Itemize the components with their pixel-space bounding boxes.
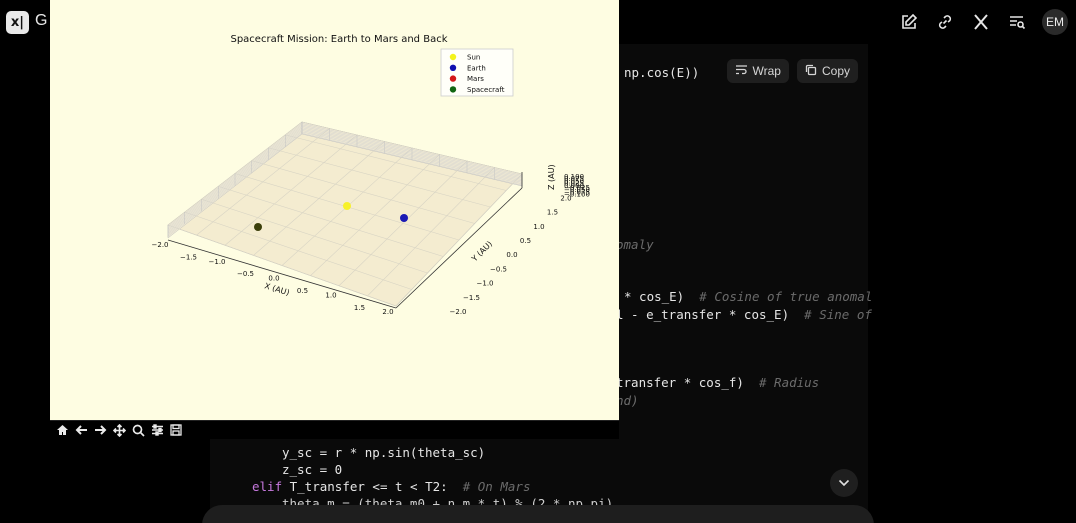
wrap-button[interactable]: Wrap [726, 59, 789, 83]
x-axis-label: X (AU) [263, 281, 290, 297]
code-line: z_sc = 0 [282, 462, 343, 477]
plot-navigation-toolbar [50, 420, 619, 439]
sun-marker [343, 202, 351, 210]
wrap-label: Wrap [752, 64, 781, 78]
spacecraft-marker [254, 223, 262, 231]
scroll-down-button[interactable] [830, 469, 858, 497]
legend-label: Spacecraft [467, 86, 505, 94]
zoom-icon[interactable] [129, 422, 147, 439]
code-line: np.cos(E)) [624, 65, 700, 80]
x-tick-label: 2.0 [382, 308, 393, 316]
z-axis-label: Z (AU) [547, 164, 556, 190]
app-title-fragment: G [35, 12, 48, 29]
link-icon[interactable] [934, 11, 956, 33]
x-tick-label: −1.5 [180, 253, 197, 261]
y-tick-label: 0.5 [520, 237, 531, 245]
legend-marker [449, 75, 457, 82]
y-tick-label: −2.0 [450, 308, 467, 316]
copy-icon [805, 64, 817, 79]
edit-icon[interactable] [898, 11, 920, 33]
code-toolbar: Wrap Copy [726, 59, 858, 83]
copy-label: Copy [821, 64, 850, 78]
y-tick-label: −1.5 [463, 294, 480, 302]
legend-label: Sun [467, 54, 480, 62]
plot-figure-window: Spacecraft Mission: Earth to Mars and Ba… [50, 0, 619, 420]
wrap-icon [735, 64, 748, 78]
chevron-down-icon [838, 479, 850, 487]
copy-button[interactable]: Copy [796, 59, 858, 83]
avatar[interactable]: EM [1042, 9, 1068, 35]
y-tick-label: 1.5 [547, 209, 558, 217]
legend-label: Mars [467, 75, 484, 83]
code-line: transfer * cos_f) # Radius [616, 375, 820, 390]
earth-marker [400, 214, 408, 222]
chat-input-bar[interactable] [202, 505, 874, 523]
x-tick-label: −0.5 [237, 270, 254, 278]
x-tick-label: 1.0 [325, 291, 336, 299]
list-search-icon[interactable] [1006, 11, 1028, 33]
y-tick-label: −0.5 [490, 265, 507, 273]
y-tick-label: 0.0 [506, 251, 517, 259]
app-logo-icon[interactable]: x| [6, 11, 29, 34]
save-figure-icon[interactable] [167, 422, 185, 439]
x-tick-label: −1.0 [209, 258, 226, 266]
y-axis-label: Y (AU) [469, 239, 494, 264]
z-tick-label: −0.100 [564, 191, 590, 199]
x-tick-label: 1.5 [354, 304, 365, 312]
plot-canvas: Spacecraft Mission: Earth to Mars and Ba… [152, 34, 590, 316]
x-tick-label: −2.0 [152, 241, 169, 249]
code-line: y_sc = r * np.sin(theta_sc) [282, 445, 486, 460]
legend-marker [449, 53, 457, 61]
code-line: * cos_E) # Cosine of true anomal [624, 289, 873, 304]
x-tick-label: 0.5 [297, 287, 308, 295]
pan-move-icon[interactable] [110, 422, 128, 439]
top-actions: EM [898, 9, 1068, 35]
configure-subplots-icon[interactable] [148, 422, 166, 439]
y-tick-label: 1.0 [533, 223, 544, 231]
forward-arrow-icon[interactable] [91, 422, 109, 439]
code-line: elif T_transfer <= t < T2: # On Mars [252, 479, 531, 494]
legend-label: Earth [467, 64, 486, 72]
legend-marker [449, 86, 457, 93]
back-arrow-icon[interactable] [72, 422, 90, 439]
y-tick-label: −1.0 [477, 280, 494, 288]
code-line: l - e_transfer * cos_E) # Sine of [616, 307, 872, 322]
legend-marker [449, 64, 457, 72]
axes-panes [167, 121, 523, 307]
home-icon[interactable] [53, 422, 71, 439]
x-tick-label: 0.0 [268, 275, 279, 283]
plot-title: Spacecraft Mission: Earth to Mars and Ba… [230, 34, 447, 45]
x-logo-icon[interactable] [970, 11, 992, 33]
code-comment: omaly [616, 237, 654, 252]
code-comment: nd) [616, 393, 639, 408]
